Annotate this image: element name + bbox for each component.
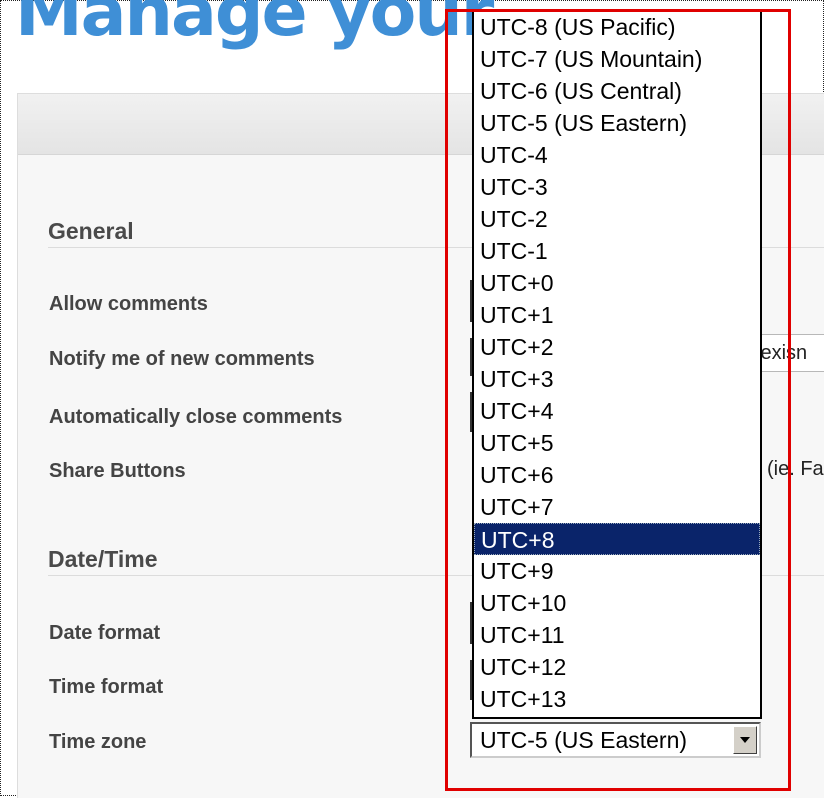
timezone-option[interactable]: UTC+1 (474, 299, 760, 331)
timezone-option[interactable]: UTC-1 (474, 235, 760, 267)
timezone-dropdown-list[interactable]: UTC-8 (US Pacific) UTC-7 (US Mountain) UTC… (472, 11, 762, 719)
timezone-option[interactable]: UTC-7 (US Mountain) (474, 43, 760, 75)
label-allow-comments: Allow comments (49, 293, 208, 315)
section-heading-datetime: Date/Time (48, 546, 158, 572)
timezone-option[interactable]: UTC-8 (US Pacific) (474, 11, 760, 43)
share-buttons-hint: (ie. Fa (767, 458, 824, 480)
screenshot-frame: Manage your General Allow comments Notif… (0, 0, 824, 798)
label-time-format: Time format (49, 676, 164, 698)
timezone-option[interactable]: UTC-3 (474, 171, 760, 203)
timezone-option[interactable]: UTC+12 (474, 651, 760, 683)
label-auto-close-comments: Automatically close comments (49, 406, 343, 428)
timezone-option[interactable]: UTC-2 (474, 203, 760, 235)
timezone-option[interactable]: UTC-5 (US Eastern) (474, 107, 760, 139)
timezone-select-value: UTC-5 (US Eastern) (480, 727, 688, 753)
timezone-option[interactable]: UTC+7 (474, 491, 760, 523)
page-title: Manage your (15, 0, 494, 52)
timezone-option[interactable]: UTC+2 (474, 331, 760, 363)
timezone-option[interactable]: UTC+6 (474, 459, 760, 491)
label-date-format: Date format (49, 622, 161, 644)
timezone-option[interactable]: UTC+3 (474, 363, 760, 395)
timezone-option[interactable]: UTC-4 (474, 139, 760, 171)
label-notify-comments: Notify me of new comments (49, 348, 315, 370)
chevron-down-icon[interactable] (733, 726, 757, 754)
timezone-option[interactable]: UTC+10 (474, 587, 760, 619)
timezone-option[interactable]: UTC+0 (474, 267, 760, 299)
label-share-buttons: Share Buttons (49, 460, 186, 482)
timezone-option[interactable]: UTC+9 (474, 555, 760, 587)
notify-email-value: lexisn (756, 342, 808, 364)
timezone-option[interactable]: UTC-6 (US Central) (474, 75, 760, 107)
timezone-option[interactable]: UTC+8 (474, 523, 760, 555)
timezone-select[interactable]: UTC-5 (US Eastern) (470, 722, 761, 758)
label-time-zone: Time zone (49, 731, 147, 753)
timezone-option[interactable]: UTC+5 (474, 427, 760, 459)
timezone-option[interactable]: UTC+4 (474, 395, 760, 427)
timezone-option[interactable]: UTC+11 (474, 619, 760, 651)
section-heading-general: General (48, 218, 134, 244)
timezone-option[interactable]: UTC+13 (474, 683, 760, 715)
